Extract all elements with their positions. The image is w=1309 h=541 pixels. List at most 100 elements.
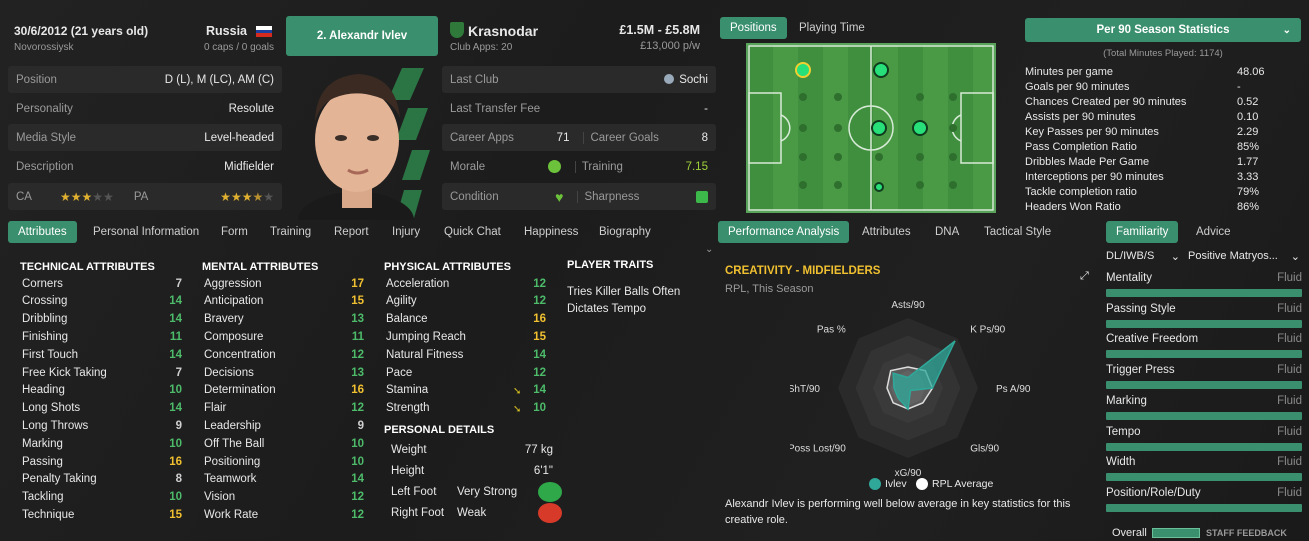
attribute-row[interactable]: Marking 10 <box>22 435 182 452</box>
familiarity-row: Tempo Fluid <box>1106 425 1302 438</box>
perf-subtitle: RPL, This Season <box>725 283 814 295</box>
pitch-diagram <box>746 43 996 213</box>
morale-icon <box>547 160 561 173</box>
stat-row: Interceptions per 90 minutes 3.33 <box>1025 171 1259 183</box>
attribute-row[interactable]: Bravery 13 <box>204 311 364 328</box>
attribute-row[interactable]: Determination 16 <box>204 382 364 399</box>
attribute-row[interactable]: Technique 15 <box>22 506 182 523</box>
familiarity-bar <box>1106 442 1302 451</box>
familiarity-bar <box>1106 473 1302 482</box>
attribute-row[interactable]: Off The Ball 10 <box>204 435 364 452</box>
last-club-row[interactable]: Last Club Sochi <box>442 66 716 93</box>
tab-report[interactable]: Report <box>334 221 369 243</box>
player-name-button[interactable]: 2. Alexandr Ivlev <box>286 16 438 56</box>
trait-item: Dictates Tempo <box>567 303 647 315</box>
stat-row: Pass Completion Ratio 85% <box>1025 141 1260 153</box>
date-of-birth: 30/6/2012 (21 years old) <box>14 24 149 38</box>
stats-header-dropdown[interactable]: Per 90 Season Statistics ⌄ <box>1025 18 1301 42</box>
stat-row: Minutes per game 48.06 <box>1025 66 1265 78</box>
attribute-row[interactable]: Balance 16 <box>386 311 546 328</box>
familiarity-bar <box>1106 319 1302 328</box>
tab-happiness[interactable]: Happiness <box>524 221 578 243</box>
role-select[interactable]: DL/IWB/S ⌄ <box>1106 250 1180 263</box>
attribute-row[interactable]: Passing 16 <box>22 453 182 470</box>
attribute-row[interactable]: Aggression 17 <box>204 275 364 292</box>
attribute-row[interactable]: Pace 12 <box>386 364 546 381</box>
tab-biography[interactable]: Biography <box>599 221 651 243</box>
tab-performance-analysis[interactable]: Performance Analysis <box>718 221 850 243</box>
attribute-row[interactable]: Vision 12 <box>204 489 364 506</box>
tab-injury[interactable]: Injury <box>392 221 420 243</box>
chevron-down-icon[interactable]: ⌄ <box>705 244 713 255</box>
condition-row: Condition ♥ Sharpness <box>442 183 716 210</box>
tab-quick-chat[interactable]: Quick Chat <box>444 221 501 243</box>
attribute-row[interactable]: Work Rate 12 <box>204 506 364 523</box>
profile-row-media-style: Media Style Level-headed <box>8 124 282 151</box>
attribute-row[interactable]: Acceleration 12 <box>386 275 546 292</box>
staff-feedback-link[interactable]: STAFF FEEDBACK <box>1206 528 1287 538</box>
overall-label: Overall <box>1112 527 1147 539</box>
radar-axis-label: xG/90 <box>895 468 922 478</box>
familiarity-bar <box>1106 411 1302 420</box>
club-link[interactable]: Krasnodar <box>468 23 538 39</box>
tab-personal-information[interactable]: Personal Information <box>93 221 199 243</box>
attribute-row[interactable]: Tackling 10 <box>22 489 182 506</box>
physical-heading: PHYSICAL ATTRIBUTES <box>384 261 511 273</box>
radar-axis-label: K Ps/90 <box>970 325 1005 336</box>
right-foot-icon <box>538 503 562 523</box>
tab-positions[interactable]: Positions <box>720 17 787 39</box>
radar-axis-label: ShT/90 <box>790 384 820 395</box>
tab-tactical-style[interactable]: Tactical Style <box>984 221 1051 243</box>
attribute-row[interactable]: Composure 11 <box>204 328 364 345</box>
personal-heading: PERSONAL DETAILS <box>384 424 495 436</box>
attribute-row[interactable]: Dribbling 14 <box>22 311 182 328</box>
attribute-row[interactable]: Decisions 13 <box>204 364 364 381</box>
tab-perf-attributes[interactable]: Attributes <box>862 221 911 243</box>
attribute-row[interactable]: Finishing 11 <box>22 328 182 345</box>
attribute-row[interactable]: Long Throws 9 <box>22 417 182 434</box>
nation-link[interactable]: Russia <box>206 24 247 38</box>
pa-label: PA <box>133 190 149 203</box>
attribute-row[interactable]: Flair 12 <box>204 400 364 417</box>
morale-row: Morale Training 7.15 <box>450 160 708 173</box>
attribute-row[interactable]: First Touch 14 <box>22 346 182 363</box>
heart-icon: ♥ <box>555 188 564 205</box>
tab-familiarity[interactable]: Familiarity <box>1106 221 1179 243</box>
attribute-row[interactable]: Long Shots 14 <box>22 400 182 417</box>
familiarity-row: Marking Fluid <box>1106 394 1302 407</box>
chevron-down-icon: ⌄ <box>1170 251 1180 263</box>
attribute-row[interactable]: Concentration 12 <box>204 346 364 363</box>
traits-heading: PLAYER TRAITS <box>567 259 654 271</box>
tab-form[interactable]: Form <box>221 221 248 243</box>
familiarity-row: Creative Freedom Fluid <box>1106 333 1302 346</box>
total-minutes: (Total Minutes Played: 1174) <box>1103 48 1223 59</box>
familiarity-row: Width Fluid <box>1106 456 1302 469</box>
legend-avg-dot <box>916 478 928 490</box>
familiarity-bar <box>1106 289 1302 297</box>
attribute-row[interactable]: Corners 7 <box>22 275 182 292</box>
attribute-row[interactable]: Anticipation 15 <box>204 293 364 310</box>
attribute-row[interactable]: Positioning 10 <box>204 453 364 470</box>
tab-dna[interactable]: DNA <box>935 221 959 243</box>
player-wage: £13,000 p/w <box>640 40 700 52</box>
attribute-row[interactable]: Natural Fitness 14 <box>386 346 546 363</box>
attribute-row[interactable]: Leadership 9 <box>204 417 364 434</box>
attribute-row[interactable]: Agility 12 <box>386 293 546 310</box>
tab-attributes[interactable]: Attributes <box>8 221 77 243</box>
decline-arrow-icon: ➘ <box>513 404 522 415</box>
technical-heading: TECHNICAL ATTRIBUTES <box>20 261 155 273</box>
left-foot-value: Very Strong <box>457 486 518 498</box>
tab-advice[interactable]: Advice <box>1196 221 1231 243</box>
attribute-row[interactable]: Heading 10 <box>22 382 182 399</box>
tab-playing-time[interactable]: Playing Time <box>799 17 865 39</box>
attribute-row[interactable]: Penalty Taking 8 <box>22 471 182 488</box>
duty-select[interactable]: Positive Matryos... ⌄ <box>1188 250 1300 263</box>
attribute-row[interactable]: Jumping Reach 15 <box>386 328 546 345</box>
attribute-row[interactable]: Crossing 14 <box>22 293 182 310</box>
player-value: £1.5M - £5.8M <box>619 23 700 37</box>
expand-icon[interactable]: ⤢ <box>1080 270 1089 283</box>
attribute-row[interactable]: Teamwork 14 <box>204 471 364 488</box>
attribute-row[interactable]: Free Kick Taking 7 <box>22 364 182 381</box>
stat-row: Tackle completion ratio 79% <box>1025 186 1260 198</box>
tab-training[interactable]: Training <box>270 221 311 243</box>
